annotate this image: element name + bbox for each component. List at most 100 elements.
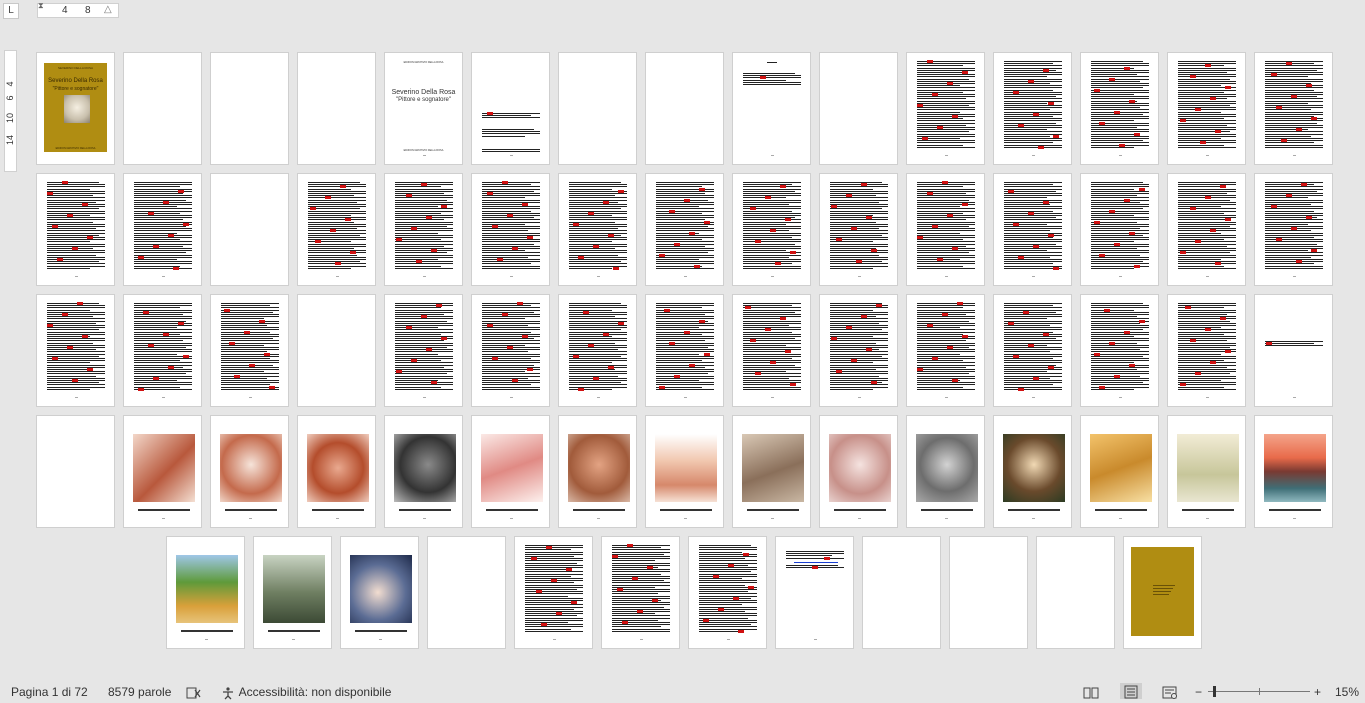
page-thumbnail-71[interactable]: [1036, 536, 1115, 649]
page-thumbnail-44[interactable]: [1167, 294, 1246, 407]
page-thumbnail-51[interactable]: [471, 415, 550, 528]
page-thumbnail-15[interactable]: [1254, 52, 1333, 165]
page-thumbnail-40[interactable]: [819, 294, 898, 407]
page-thumbnail-43[interactable]: [1080, 294, 1159, 407]
page-thumbnail-17[interactable]: [123, 173, 202, 286]
page-thumbnail-2[interactable]: [123, 52, 202, 165]
tab-selector-button[interactable]: L: [3, 3, 19, 19]
text-line: [1265, 186, 1323, 188]
page-thumbnail-31[interactable]: [36, 294, 115, 407]
page-count-status[interactable]: Pagina 1 di 72: [11, 684, 88, 700]
page-thumbnail-47[interactable]: [123, 415, 202, 528]
page-thumbnail-48[interactable]: [210, 415, 289, 528]
page-thumbnail-13[interactable]: [1080, 52, 1159, 165]
zoom-slider-thumb[interactable]: [1213, 686, 1216, 697]
page-thumbnail-72[interactable]: [1123, 536, 1202, 649]
accessibility-status[interactable]: Accessibilità: non disponibile: [220, 684, 391, 700]
page-thumbnail-18[interactable]: [210, 173, 289, 286]
word-count-status[interactable]: 8579 parole: [108, 684, 171, 700]
page-thumbnail-25[interactable]: [819, 173, 898, 286]
read-mode-button[interactable]: [1083, 684, 1099, 700]
page-thumbnail-58[interactable]: [1080, 415, 1159, 528]
text-line: [1178, 373, 1230, 375]
zoom-in-button[interactable]: +: [1314, 684, 1321, 700]
page-thumbnail-6[interactable]: [471, 52, 550, 165]
page-thumbnail-56[interactable]: [906, 415, 985, 528]
page-thumbnail-68[interactable]: [775, 536, 854, 649]
zoom-out-button[interactable]: −: [1195, 684, 1202, 700]
page-thumbnail-65[interactable]: [514, 536, 593, 649]
page-thumbnail-12[interactable]: [993, 52, 1072, 165]
page-thumbnail-59[interactable]: [1167, 415, 1246, 528]
page-thumbnail-42[interactable]: [993, 294, 1072, 407]
page-thumbnail-45[interactable]: [1254, 294, 1333, 407]
page-thumbnail-35[interactable]: [384, 294, 463, 407]
page-thumbnail-62[interactable]: [253, 536, 332, 649]
page-thumbnail-1[interactable]: SEVERINO DELLA ROSA Severino Della Rosa "P…: [36, 52, 115, 165]
page-thumbnail-20[interactable]: [384, 173, 463, 286]
page-thumbnail-66[interactable]: [601, 536, 680, 649]
print-layout-button[interactable]: [1120, 683, 1142, 699]
page-thumbnail-49[interactable]: [297, 415, 376, 528]
page-thumbnail-39[interactable]: [732, 294, 811, 407]
page-thumbnail-52[interactable]: [558, 415, 637, 528]
page-thumbnail-4[interactable]: [297, 52, 376, 165]
zoom-level[interactable]: 15%: [1335, 684, 1359, 700]
page-thumbnail-54[interactable]: [732, 415, 811, 528]
page-thumbnail-70[interactable]: [949, 536, 1028, 649]
proofing-icon[interactable]: [186, 684, 202, 700]
page-thumbnail-3[interactable]: [210, 52, 289, 165]
page-thumbnail-28[interactable]: [1080, 173, 1159, 286]
page-thumbnail-61[interactable]: [166, 536, 245, 649]
page-thumbnail-19[interactable]: [297, 173, 376, 286]
page-thumbnail-37[interactable]: [558, 294, 637, 407]
page-thumbnail-23[interactable]: [645, 173, 724, 286]
text-line: [917, 307, 963, 309]
page-thumbnail-50[interactable]: [384, 415, 463, 528]
indent-marker-icon[interactable]: ⧗: [38, 2, 44, 10]
text-line: [395, 355, 453, 357]
horizontal-ruler[interactable]: L 4 8 ⧗ △: [0, 0, 1365, 22]
page-thumbnail-67[interactable]: [688, 536, 767, 649]
text-line: [743, 199, 801, 201]
page-thumbnail-34[interactable]: [297, 294, 376, 407]
page-thumbnail-46[interactable]: [36, 415, 115, 528]
vertical-ruler[interactable]: 4 6 10 14: [4, 50, 17, 172]
page-thumbnail-29[interactable]: [1167, 173, 1246, 286]
page-thumbnail-69[interactable]: [862, 536, 941, 649]
page-thumbnail-9[interactable]: [732, 52, 811, 165]
page-thumbnail-22[interactable]: [558, 173, 637, 286]
page-thumbnail-11[interactable]: [906, 52, 985, 165]
page-thumbnail-21[interactable]: [471, 173, 550, 286]
text-line: [395, 245, 444, 247]
page-thumbnail-57[interactable]: [993, 415, 1072, 528]
page-thumbnail-55[interactable]: [819, 415, 898, 528]
page-thumbnail-8[interactable]: [645, 52, 724, 165]
page-thumbnail-26[interactable]: [906, 173, 985, 286]
page-thumbnail-24[interactable]: [732, 173, 811, 286]
page-thumbnail-60[interactable]: [1254, 415, 1333, 528]
page-thumbnail-27[interactable]: [993, 173, 1072, 286]
page-thumbnail-5[interactable]: EDIZIONI ARCHIVIO DELLA ROSA Severino Del…: [384, 52, 463, 165]
text-line: [917, 305, 975, 307]
page-thumbnail-36[interactable]: [471, 294, 550, 407]
page-thumbnail-16[interactable]: [36, 173, 115, 286]
page-thumbnail-14[interactable]: [1167, 52, 1246, 165]
right-indent-marker-icon[interactable]: △: [104, 5, 112, 15]
text-line: [1265, 221, 1323, 223]
artwork-vase: [1177, 434, 1239, 502]
page-thumbnail-63[interactable]: [340, 536, 419, 649]
text-line: [917, 63, 975, 65]
page-thumbnail-7[interactable]: [558, 52, 637, 165]
page-thumbnail-64[interactable]: [427, 536, 506, 649]
text-line: [395, 261, 453, 263]
page-thumbnail-53[interactable]: [645, 415, 724, 528]
page-thumbnail-33[interactable]: [210, 294, 289, 407]
page-thumbnail-10[interactable]: [819, 52, 898, 165]
text-line: [743, 386, 801, 388]
page-thumbnail-41[interactable]: [906, 294, 985, 407]
page-thumbnail-30[interactable]: [1254, 173, 1333, 286]
page-thumbnail-32[interactable]: [123, 294, 202, 407]
web-layout-button[interactable]: [1162, 684, 1178, 700]
page-thumbnail-38[interactable]: [645, 294, 724, 407]
